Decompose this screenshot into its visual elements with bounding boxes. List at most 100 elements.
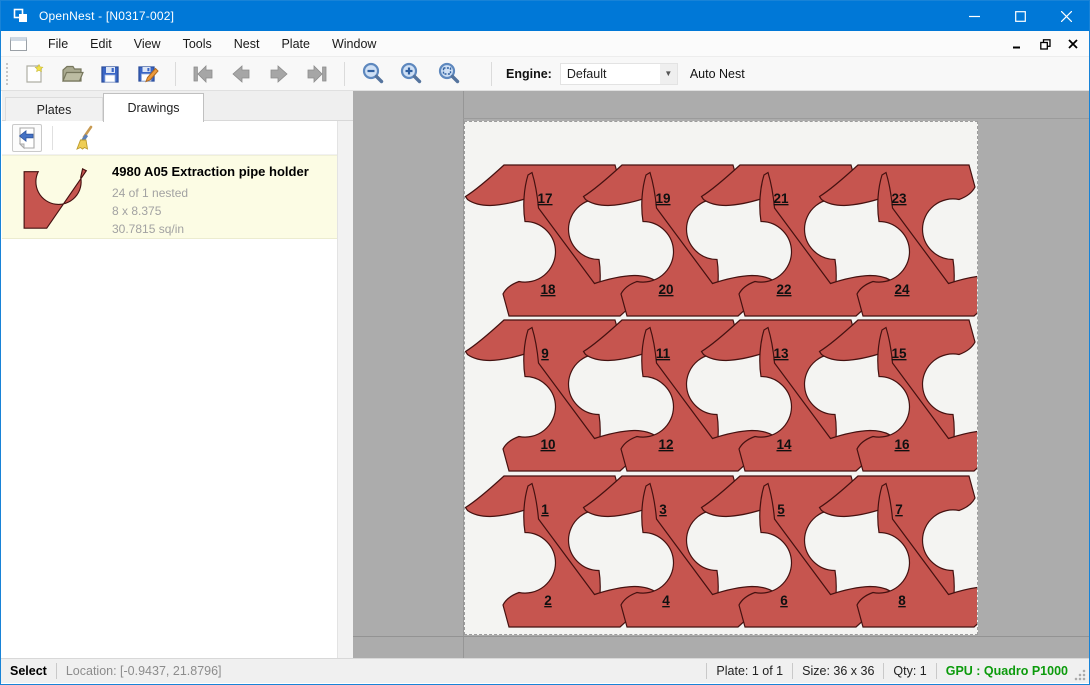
menu-tools[interactable]: Tools xyxy=(172,32,223,56)
menu-bar: File Edit View Tools Nest Plate Window xyxy=(1,31,1089,57)
part-number: 11 xyxy=(656,346,671,361)
clean-button[interactable] xyxy=(69,124,99,152)
resize-grip[interactable] xyxy=(1074,669,1086,681)
part-number: 22 xyxy=(776,282,791,297)
plate-sheet[interactable]: 171819202122232491011121314151612345678 xyxy=(464,121,978,635)
open-folder-icon xyxy=(60,63,84,85)
zoom-fit-button[interactable] xyxy=(433,60,463,88)
part-number: 3 xyxy=(659,502,667,517)
toolbar-separator xyxy=(491,62,492,86)
part-number: 10 xyxy=(540,437,555,452)
menu-plate[interactable]: Plate xyxy=(270,32,321,56)
part-number: 5 xyxy=(777,502,785,517)
engine-select[interactable]: Default ▼ xyxy=(560,63,678,85)
save-as-icon xyxy=(136,63,160,85)
status-separator xyxy=(56,663,57,679)
zoom-in-button[interactable] xyxy=(395,60,425,88)
nest-canvas[interactable]: 171819202122232491011121314151612345678 xyxy=(353,91,1090,659)
drawing-thumbnail xyxy=(16,166,102,232)
save-button[interactable] xyxy=(95,60,125,88)
save-as-button[interactable] xyxy=(133,60,163,88)
close-icon xyxy=(1061,11,1072,22)
part-number: 1 xyxy=(541,502,549,517)
sidebar-tabstrip: Plates Drawings xyxy=(2,91,353,121)
mdi-document-icon[interactable] xyxy=(10,37,27,51)
status-size: Size: 36 x 36 xyxy=(802,664,874,678)
toolbar-separator xyxy=(52,126,53,150)
app-icon xyxy=(13,8,29,24)
tab-drawings[interactable]: Drawings xyxy=(103,93,204,122)
part-number: 7 xyxy=(895,502,903,517)
status-separator xyxy=(706,663,707,679)
menu-nest[interactable]: Nest xyxy=(223,32,271,56)
mdi-restore-button[interactable] xyxy=(1035,35,1055,53)
new-file-icon xyxy=(23,63,45,85)
chevron-down-icon: ▼ xyxy=(660,64,677,84)
go-next-icon xyxy=(268,64,290,84)
canvas-guide-horizontal-top xyxy=(463,118,1090,119)
go-last-button[interactable] xyxy=(302,60,332,88)
window-title: OpenNest - [N0317-002] xyxy=(39,9,174,23)
part-number: 9 xyxy=(541,346,549,361)
drawing-list-item[interactable]: 4980 A05 Extraction pipe holder 24 of 1 … xyxy=(2,155,337,239)
part-number: 13 xyxy=(773,346,789,361)
status-gpu: GPU : Quadro P1000 xyxy=(946,664,1068,678)
go-previous-icon xyxy=(230,64,252,84)
part-number: 12 xyxy=(658,437,673,452)
mdi-minimize-icon xyxy=(1012,39,1022,49)
app-window: OpenNest - [N0317-002] File Edit View To… xyxy=(0,0,1090,685)
canvas-guide-horizontal-bottom xyxy=(353,636,1090,637)
drawing-nested-count: 24 of 1 nested xyxy=(112,184,309,202)
part-number: 14 xyxy=(776,437,792,452)
menu-window[interactable]: Window xyxy=(321,32,387,56)
part-number: 6 xyxy=(780,593,788,608)
mdi-close-icon xyxy=(1068,39,1078,49)
nest-layout: 171819202122232491011121314151612345678 xyxy=(465,122,977,634)
menu-view[interactable]: View xyxy=(123,32,172,56)
minimize-icon xyxy=(969,11,980,22)
part-number: 17 xyxy=(537,191,552,206)
go-previous-button[interactable] xyxy=(226,60,256,88)
status-separator xyxy=(883,663,884,679)
part-number: 20 xyxy=(658,282,673,297)
mdi-close-button[interactable] xyxy=(1063,35,1083,53)
status-separator xyxy=(792,663,793,679)
menu-edit[interactable]: Edit xyxy=(79,32,123,56)
main-toolbar: Engine: Default ▼ Auto Nest xyxy=(1,57,1089,91)
mdi-minimize-button[interactable] xyxy=(1007,35,1027,53)
part-number: 4 xyxy=(662,593,670,608)
new-file-button[interactable] xyxy=(19,60,49,88)
status-separator xyxy=(936,663,937,679)
engine-selected-value: Default xyxy=(561,67,660,81)
zoom-out-icon xyxy=(361,62,384,85)
save-icon xyxy=(99,63,121,85)
zoom-out-button[interactable] xyxy=(357,60,387,88)
import-drawing-icon xyxy=(16,126,38,150)
drawing-item-text: 4980 A05 Extraction pipe holder 24 of 1 … xyxy=(112,164,309,228)
auto-nest-button[interactable]: Auto Nest xyxy=(690,67,745,81)
part-number: 19 xyxy=(655,191,670,206)
close-button[interactable] xyxy=(1043,1,1089,31)
go-first-button[interactable] xyxy=(188,60,218,88)
sidebar-scrollbar[interactable] xyxy=(337,121,353,659)
part-number: 18 xyxy=(540,282,556,297)
menu-file[interactable]: File xyxy=(37,32,79,56)
part-number: 23 xyxy=(891,191,907,206)
mdi-restore-icon xyxy=(1040,39,1051,50)
go-first-icon xyxy=(191,64,215,84)
tab-plates[interactable]: Plates xyxy=(5,97,103,121)
toolbar-separator xyxy=(175,62,176,86)
import-drawing-button[interactable] xyxy=(12,124,42,152)
part-number: 15 xyxy=(891,346,907,361)
drawing-title: 4980 A05 Extraction pipe holder xyxy=(112,164,309,179)
open-folder-button[interactable] xyxy=(57,60,87,88)
status-mode: Select xyxy=(10,664,47,678)
drawings-panel: 4980 A05 Extraction pipe holder 24 of 1 … xyxy=(2,121,337,659)
toolbar-grip[interactable] xyxy=(6,63,9,85)
drawing-size: 8 x 8.375 xyxy=(112,202,309,220)
minimize-button[interactable] xyxy=(951,1,997,31)
part-number: 8 xyxy=(898,593,906,608)
title-bar: OpenNest - [N0317-002] xyxy=(1,1,1089,31)
maximize-button[interactable] xyxy=(997,1,1043,31)
go-next-button[interactable] xyxy=(264,60,294,88)
